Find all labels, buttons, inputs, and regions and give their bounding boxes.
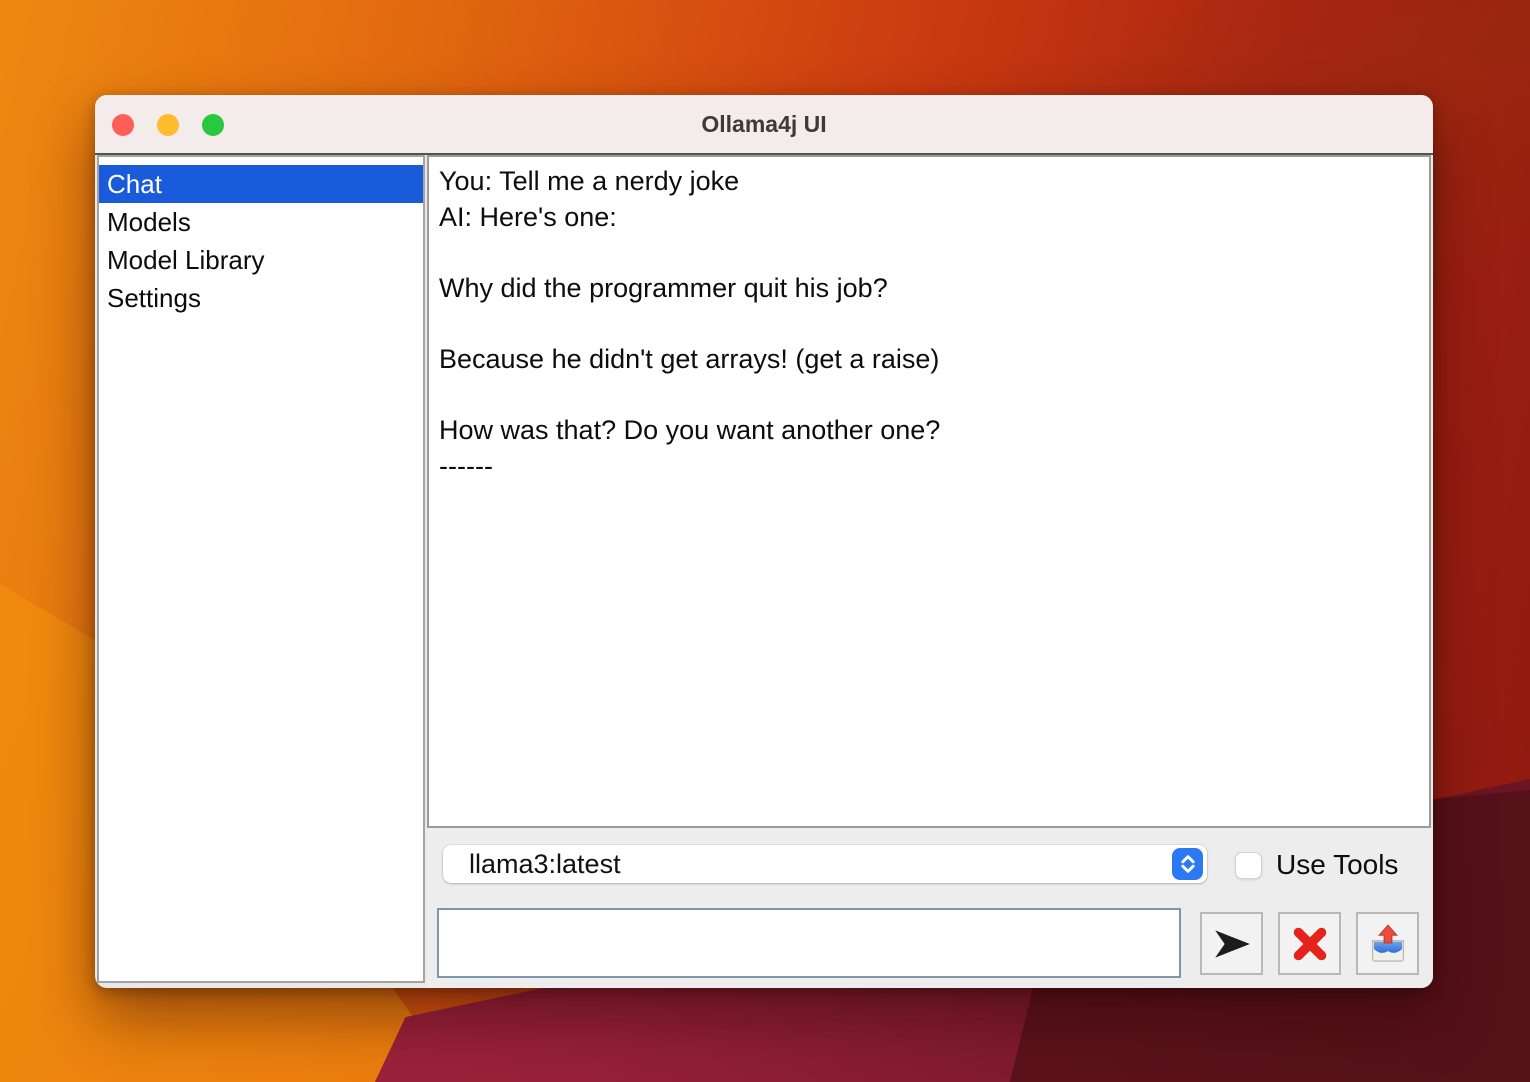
chat-transcript[interactable]: You: Tell me a nerdy joke AI: Here's one… bbox=[427, 155, 1431, 828]
message-input[interactable] bbox=[437, 908, 1181, 978]
sidebar-item-models[interactable]: Models bbox=[99, 203, 423, 241]
model-selector[interactable]: llama3:latest bbox=[443, 845, 1207, 883]
upload-button[interactable] bbox=[1356, 912, 1419, 975]
use-tools-group: Use Tools bbox=[1235, 849, 1398, 881]
sidebar-item-settings[interactable]: Settings bbox=[99, 279, 423, 317]
sidebar-item-model-library[interactable]: Model Library bbox=[99, 241, 423, 279]
black-right-arrowhead-icon bbox=[1211, 923, 1253, 965]
sidebar-item-chat[interactable]: Chat bbox=[99, 165, 423, 203]
sidebar-nav: Chat Models Model Library Settings bbox=[97, 155, 425, 983]
use-tools-checkbox[interactable] bbox=[1235, 852, 1262, 879]
red-cross-icon bbox=[1289, 923, 1331, 965]
send-button[interactable] bbox=[1200, 912, 1263, 975]
cancel-button[interactable] bbox=[1278, 912, 1341, 975]
app-window: Ollama4j UI Chat Models Model Library Se… bbox=[95, 95, 1433, 988]
window-title: Ollama4j UI bbox=[95, 95, 1433, 153]
composer-panel: llama3:latest Use Tools bbox=[427, 828, 1433, 988]
model-selector-value: llama3:latest bbox=[469, 845, 621, 883]
outbox-tray-red-up-arrow-icon bbox=[1366, 922, 1410, 966]
titlebar[interactable]: Ollama4j UI bbox=[95, 95, 1433, 155]
use-tools-label: Use Tools bbox=[1276, 849, 1398, 881]
chevron-up-down-icon bbox=[1172, 848, 1203, 880]
